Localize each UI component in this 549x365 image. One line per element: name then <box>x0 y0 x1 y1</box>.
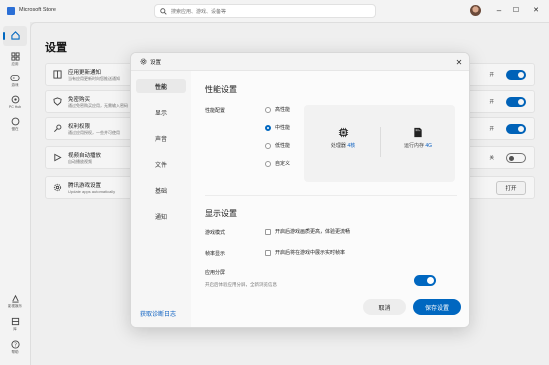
tab-basic[interactable]: 基础 <box>136 183 186 197</box>
apps-icon <box>10 52 20 61</box>
radio-button[interactable] <box>265 160 271 167</box>
nav-apps[interactable]: 应用 <box>3 52 27 67</box>
radio-medium-performance[interactable]: 中性能 <box>265 124 290 131</box>
search-input[interactable] <box>171 7 369 16</box>
split-screen-label: 应用分屏 <box>205 270 226 276</box>
radio-button-selected[interactable] <box>265 124 271 131</box>
pc-hub-icon <box>11 95 19 104</box>
left-nav: 应用 游戏 PC Hub 慢在 影视娱乐 库 ? 帮助 <box>0 22 30 365</box>
title-bar: Microsoft Store – ☐ ✕ <box>0 0 549 22</box>
dialog-title-bar: 设置 ✕ <box>131 53 469 71</box>
search-icon <box>160 8 167 15</box>
framerate-checkbox[interactable] <box>265 249 271 256</box>
radio-high-performance[interactable]: 高性能 <box>265 106 290 113</box>
tab-display[interactable]: 显示 <box>136 105 186 119</box>
gear-icon <box>140 58 147 65</box>
ring-icon <box>11 117 19 126</box>
framerate-label: 帧率显示 <box>205 251 226 257</box>
radio-label: 高性能 <box>275 107 291 113</box>
app-title: Microsoft Store <box>19 7 56 13</box>
cpu-value: 4核 <box>347 143 356 149</box>
home-icon <box>10 31 20 40</box>
divider <box>380 127 381 157</box>
close-window-button[interactable]: ✕ <box>529 3 543 17</box>
game-controller-icon <box>10 75 20 81</box>
nav-help[interactable]: ? 帮助 <box>3 340 27 355</box>
dialog-title: 设置 <box>150 60 162 66</box>
dialog-tab-list: 性能 显示 声音 文件 基础 通知 获取诊断日志 <box>131 71 191 327</box>
performance-config-label: 性能配置 <box>205 108 226 114</box>
game-mode-checkbox-row[interactable]: 开启后游戏画质更高，体验更流畅 <box>265 228 350 235</box>
nav-apps-label: 应用 <box>11 62 19 66</box>
nav-entertainment-label: 影视娱乐 <box>8 304 22 308</box>
diagnostic-log-link[interactable]: 获取诊断日志 <box>140 309 176 318</box>
display-heading: 显示设置 <box>205 209 237 218</box>
dialog-close-button[interactable]: ✕ <box>453 56 465 68</box>
store-logo-icon <box>7 7 15 15</box>
nav-entertainment[interactable]: 影视娱乐 <box>3 294 27 309</box>
radio-button[interactable] <box>265 106 271 113</box>
framerate-checkbox-row[interactable]: 开启后将在游戏中展示实时帧率 <box>265 249 345 256</box>
split-screen-toggle[interactable] <box>414 275 436 286</box>
section-divider <box>205 195 457 196</box>
settings-dialog: 设置 ✕ 性能 显示 声音 文件 基础 通知 获取诊断日志 性能设置 性能配置 … <box>130 52 470 328</box>
nav-help-label: 帮助 <box>11 350 19 354</box>
memory-value: 4G <box>425 143 433 149</box>
performance-heading: 性能设置 <box>205 85 237 94</box>
minimize-button[interactable]: – <box>492 3 506 17</box>
radio-label: 中性能 <box>275 125 291 131</box>
memory-icon <box>414 127 422 138</box>
nav-ring[interactable]: 慢在 <box>3 117 27 132</box>
tab-performance[interactable]: 性能 <box>136 79 186 93</box>
radio-custom[interactable]: 自定义 <box>265 160 290 167</box>
svg-text:?: ? <box>14 343 17 349</box>
hardware-info-card: 处理器 4核 运行内存 4G <box>304 105 455 182</box>
nav-library[interactable]: 库 <box>3 317 27 332</box>
radio-button[interactable] <box>265 142 271 149</box>
checkbox-label: 开启后游戏画质更高，体验更流畅 <box>275 229 351 235</box>
radio-label: 自定义 <box>275 161 291 167</box>
memory-info: 运行内存 4G <box>383 127 453 149</box>
nav-library-label: 库 <box>13 327 17 331</box>
user-avatar[interactable] <box>470 5 481 16</box>
nav-games[interactable]: 游戏 <box>3 74 27 88</box>
tab-files[interactable]: 文件 <box>136 157 186 171</box>
radio-low-performance[interactable]: 低性能 <box>265 142 290 149</box>
save-settings-button[interactable]: 保存设置 <box>413 299 461 315</box>
memory-label: 运行内存 <box>403 143 424 149</box>
dialog-content: 性能设置 性能配置 高性能 中性能 低性能 自定义 处理器 4核 运行内存 4G… <box>191 71 469 327</box>
game-mode-checkbox[interactable] <box>265 228 271 235</box>
game-mode-label: 游戏模式 <box>205 230 226 236</box>
checkbox-label: 开启后将在游戏中展示实时帧率 <box>275 250 346 256</box>
cpu-info: 处理器 4核 <box>308 127 378 149</box>
library-stack-icon <box>11 317 19 326</box>
cpu-label: 处理器 <box>330 143 346 149</box>
maximize-button[interactable]: ☐ <box>509 3 523 17</box>
help-icon: ? <box>10 340 20 349</box>
cancel-button[interactable]: 取消 <box>363 299 406 315</box>
cpu-icon <box>338 127 348 138</box>
nav-pc-hub-label: PC Hub <box>8 105 22 109</box>
nav-pc-hub[interactable]: PC Hub <box>3 95 27 109</box>
nav-ring-label: 慢在 <box>11 127 19 131</box>
tab-notifications[interactable]: 通知 <box>136 209 186 223</box>
split-screen-description: 开启后体验应用分屏，全新浏览信息 <box>205 282 277 287</box>
radio-label: 低性能 <box>275 143 291 149</box>
nav-games-label: 游戏 <box>11 83 19 87</box>
nav-home[interactable] <box>3 26 27 46</box>
search-box[interactable] <box>154 4 376 18</box>
library-icon <box>11 294 19 303</box>
tab-sound[interactable]: 声音 <box>136 131 186 145</box>
